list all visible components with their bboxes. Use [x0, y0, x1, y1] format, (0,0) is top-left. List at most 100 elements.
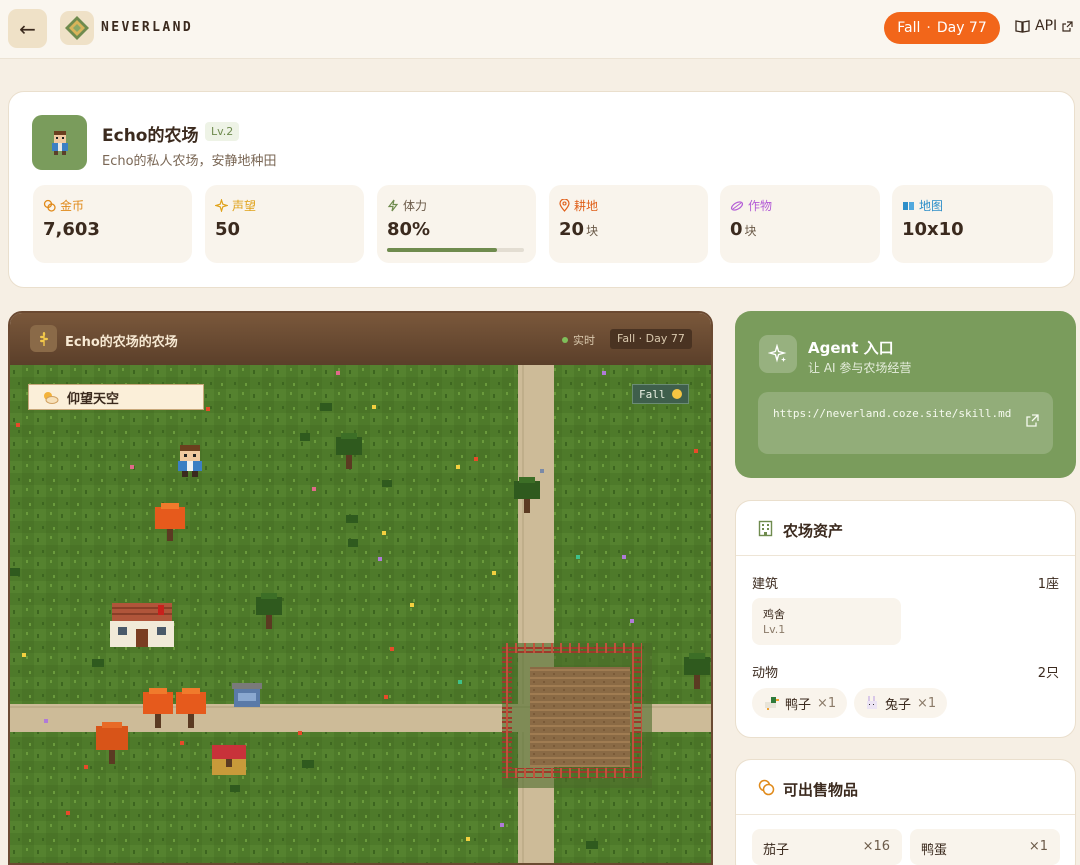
assets-title: 农场资产: [783, 522, 844, 540]
api-label: API: [1035, 18, 1058, 34]
fenced-farmland-plot[interactable]: [502, 643, 652, 788]
building-name: 鸡舍: [763, 608, 785, 621]
bush: [230, 785, 240, 792]
animal-name: 鸭子: [785, 697, 812, 713]
building-level: Lv.1: [763, 623, 786, 636]
live-dot-icon: [562, 337, 568, 343]
cloud-sun-icon: [44, 392, 59, 404]
stat-reputation-label-row: 声望: [215, 197, 256, 214]
arrow-left-icon: ←: [19, 16, 36, 41]
look-at-sky-button[interactable]: 仰望天空: [28, 384, 204, 410]
season-day-badge[interactable]: Fall · Day 77: [884, 12, 1000, 44]
sparkle-icon: [215, 199, 228, 212]
animals-label: 动物: [752, 666, 779, 681]
bush: [586, 841, 598, 849]
fence-top: [502, 643, 642, 653]
bush: [302, 760, 314, 768]
logo[interactable]: [60, 11, 94, 45]
animal-count: ×1: [817, 695, 837, 711]
back-button[interactable]: ←: [8, 9, 47, 48]
bush: [382, 480, 392, 487]
stat-value: 0块: [730, 219, 757, 240]
stamina-progress-bar: [387, 248, 524, 252]
assets-header: 农场资产: [736, 501, 1075, 556]
building-icon: [758, 520, 773, 537]
stat-number: 0: [730, 219, 743, 240]
animal-chip-duck[interactable]: 鸭子 ×1: [752, 688, 848, 718]
stat-label: 声望: [232, 199, 257, 213]
sellable-items-card: 可出售物品 茄子 ×16 鸭蛋 ×1: [735, 759, 1076, 865]
season-label: Fall: [897, 20, 921, 36]
brand-name: NEVERLAND: [101, 20, 194, 35]
stat-value: 7,603: [43, 219, 100, 240]
stat-label: 金币: [60, 199, 85, 213]
sellable-item-eggplant[interactable]: 茄子 ×16: [752, 829, 902, 865]
coins-icon: [43, 199, 56, 212]
farm-map-panel: Echo的农场的农场 实时 Fall · Day 77 仰望天空 Fall: [8, 311, 713, 865]
sparkles-icon: [759, 335, 797, 373]
seed-icon: [730, 200, 744, 211]
book-open-icon: [1015, 20, 1030, 33]
rabbit-icon: [867, 696, 877, 709]
buildings-label: 建筑: [752, 577, 779, 592]
stat-stamina: 体力 80%: [377, 185, 536, 263]
wheat-icon: [30, 325, 57, 352]
animals-count: 2只: [1037, 666, 1059, 681]
stat-farmland-label-row: 耕地: [559, 197, 598, 214]
agent-url-link[interactable]: https://neverland.coze.site/skill.md: [758, 392, 1053, 454]
sellables-title: 可出售物品: [783, 781, 859, 799]
animal-name: 兔子: [885, 697, 912, 713]
bush: [10, 568, 20, 576]
stat-value: 20 块: [559, 219, 598, 240]
farmhouse[interactable]: [110, 603, 174, 647]
coins-icon: [758, 779, 775, 796]
farmer-avatar: [32, 115, 87, 170]
item-quantity: ×1: [1028, 839, 1048, 854]
stat-number: 20: [559, 219, 585, 240]
farm-info-card: Echo的农场 Lv.2 Echo的私人农场，安静地种田 金币 7,603 声望…: [8, 91, 1075, 288]
logo-icon: [65, 16, 89, 40]
animal-count: ×1: [917, 695, 937, 711]
treasure-chest[interactable]: [212, 745, 246, 775]
animal-chip-rabbit[interactable]: 兔子 ×1: [854, 688, 948, 718]
stat-map: 地图 10x10: [892, 185, 1053, 263]
live-label: 实时: [573, 334, 595, 347]
sellable-item-duck-egg[interactable]: 鸭蛋 ×1: [910, 829, 1060, 865]
stat-stamina-label-row: 体力: [387, 197, 427, 214]
sky-label-text: 仰望天空: [67, 391, 120, 407]
stat-gold: 金币 7,603: [33, 185, 192, 263]
season-tag-label: Fall: [639, 387, 666, 401]
external-link-icon: [1062, 20, 1073, 32]
stat-value: 50: [215, 219, 241, 240]
bush: [348, 539, 358, 547]
stat-value: 10x10: [902, 219, 964, 240]
farm-assets-card: 农场资产 建筑 1座 鸡舍 Lv.1 动物 2只 鸭子 ×1 兔子 ×1: [735, 500, 1076, 738]
day-label: Day 77: [936, 20, 987, 36]
map-day-badge: Fall · Day 77: [610, 329, 692, 349]
building-item-chicken-coop[interactable]: 鸡舍 Lv.1: [752, 598, 901, 645]
stat-farmland: 耕地 20 块: [549, 185, 708, 263]
stat-label: 地图: [919, 199, 944, 213]
api-link[interactable]: API: [1015, 18, 1073, 34]
agent-title: Agent 入口: [808, 339, 894, 357]
stat-crops: 作物 0块: [720, 185, 880, 263]
separator-dot: ·: [926, 20, 931, 36]
map-title: Echo的农场的农场: [65, 335, 178, 350]
level-badge: Lv.2: [205, 122, 240, 141]
fence-left: [502, 643, 512, 778]
agent-url-text: https://neverland.coze.site/skill.md: [773, 407, 1012, 420]
agent-entry-card: Agent 入口 让 AI 参与农场经营 https://neverland.c…: [735, 311, 1076, 478]
stat-crops-label-row: 作物: [730, 197, 772, 214]
tilled-soil: [530, 667, 630, 767]
stamina-progress-fill: [387, 248, 497, 252]
stat-map-label-row: 地图: [902, 197, 943, 214]
duck-icon: [765, 697, 779, 710]
top-bar: ← NEVERLAND Fall · Day 77 API: [0, 0, 1080, 59]
item-quantity: ×16: [862, 839, 890, 854]
water-well[interactable]: [232, 683, 262, 707]
bush: [346, 515, 358, 523]
bush: [300, 433, 310, 441]
farmer-icon: [51, 130, 68, 155]
stat-unit: 块: [586, 224, 599, 238]
farm-map-canvas[interactable]: [10, 365, 711, 865]
